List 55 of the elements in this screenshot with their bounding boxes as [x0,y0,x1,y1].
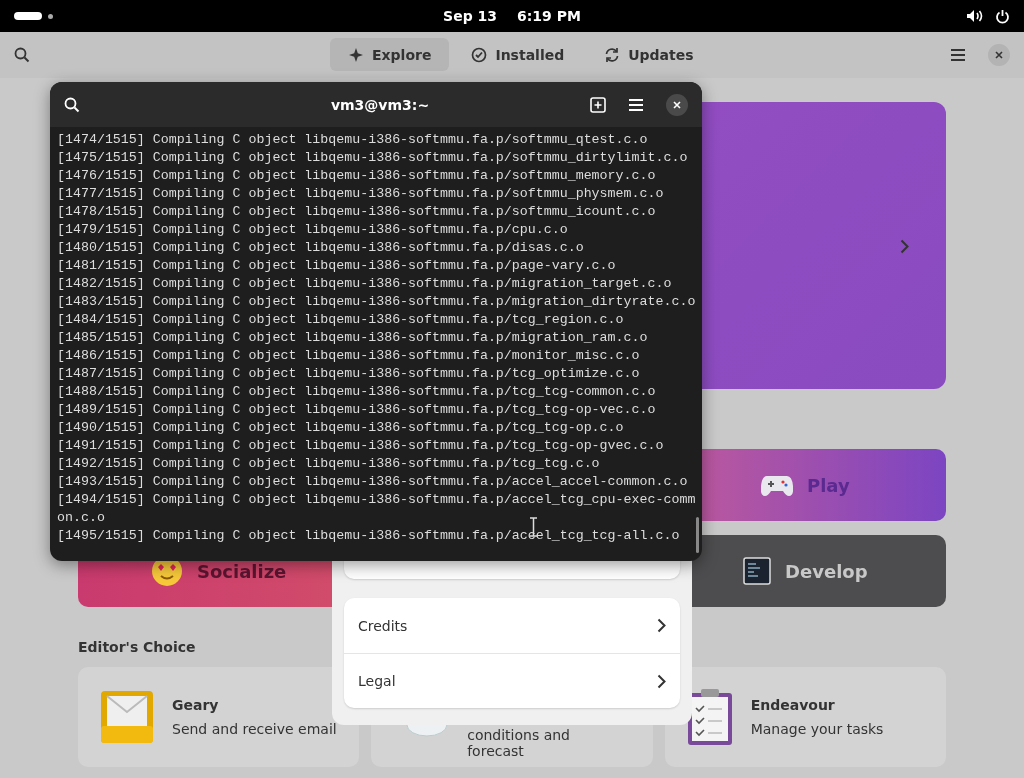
scrollbar[interactable] [696,517,699,553]
view-tab[interactable]: Updates [586,38,712,71]
close-icon [673,100,681,109]
activities-indicator[interactable] [14,12,42,20]
terminal-line: [1489/1515] Compiling C object libqemu-i386-softmmu.fa.p/tcg_tcg-op-vec.c.o [57,401,657,419]
chevron-right-icon [657,618,666,633]
close-icon [995,51,1003,59]
terminal-icon [743,557,772,585]
app-name: Endeavour [750,697,836,713]
terminal-line: [1475/1515] Compiling C object libqemu-i386-softmmu.fa.p/softmmu_dirtylimit.c.o [57,149,689,167]
power-icon[interactable] [995,8,1010,24]
app-description: Send and receive email [172,721,337,737]
terminal-line: [1485/1515] Compiling C object libqemu-i386-softmmu.fa.p/migration_ram.c.o [57,329,649,347]
section-heading: Editor's Choice [78,639,197,655]
app-description: conditions and forecast [467,727,571,759]
terminal-line: [1477/1515] Compiling C object libqemu-i386-softmmu.fa.p/softmmu_physmem.c.o [57,185,665,203]
workspace-dot[interactable] [48,13,53,19]
terminal-line: [1491/1515] Compiling C object libqemu-i386-softmmu.fa.p/tcg_tcg-op-gvec.c.o [57,437,665,455]
clock-date[interactable]: Sep 13 [443,8,498,24]
volume-icon[interactable] [966,8,983,23]
terminal-line: [1486/1515] Compiling C object libqemu-i386-softmmu.fa.p/monitor_misc.c.o [57,347,641,365]
search-icon[interactable] [14,47,30,63]
terminal-line: [1492/1515] Compiling C object libqemu-i386-softmmu.fa.p/tcg_tcg.c.o [57,455,601,473]
refresh-icon [604,46,621,63]
terminal-line: [1487/1515] Compiling C object libqemu-i386-softmmu.fa.p/tcg_optimize.c.o [57,365,641,383]
terminal-line: [1479/1515] Compiling C object libqemu-i386-softmmu.fa.p/cpu.c.o [57,221,569,239]
terminal-line: [1482/1515] Compiling C object libqemu-i386-softmmu.fa.p/migration_target.c.o [57,275,673,293]
view-tab[interactable]: Installed [453,38,583,71]
terminal-line: [1474/1515] Compiling C object libqemu-i386-softmmu.fa.p/softmmu_qtest.c.o [57,131,649,149]
terminal-line: [1484/1515] Compiling C object libqemu-i386-softmmu.fa.p/tcg_region.c.o [57,311,625,329]
chevron-right-icon [657,673,666,689]
window-title: vm3@vm3:~ [329,96,431,113]
app-card[interactable]: Endeavour Manage your tasks [664,667,946,767]
list-row[interactable]: Legal [344,653,680,708]
terminal-line: [1483/1515] Compiling C object libqemu-i386-softmmu.fa.p/migration_dirtyrate.c.o [57,293,696,311]
terminal-line: [1490/1515] Compiling C object libqemu-i386-softmmu.fa.p/tcg_tcg-op.c.o [57,419,625,437]
terminal-line: [1476/1515] Compiling C object libqemu-i386-softmmu.fa.p/softmmu_memory.c.o [57,167,657,185]
mail-icon [100,690,154,744]
terminal-line: [1488/1515] Compiling C object libqemu-i386-softmmu.fa.p/tcg_tcg-common.c.o [57,383,657,401]
new-tab-icon[interactable] [590,96,606,113]
clock-time[interactable]: 6:19 PM [517,8,581,24]
terminal-line: [1478/1515] Compiling C object libqemu-i386-softmmu.fa.p/softmmu_icount.c.o [57,203,657,221]
app-name: Geary [172,697,220,713]
app-card[interactable]: Geary Send and receive email [78,667,360,767]
terminal-line: [1480/1515] Compiling C object libqemu-i386-softmmu.fa.p/disas.c.o [57,239,585,257]
menu-icon[interactable] [950,48,966,62]
gamepad-icon [760,473,793,497]
close-button[interactable] [988,44,1010,66]
app-description: Manage your tasks [750,721,884,737]
close-button[interactable] [666,93,688,116]
terminal-line: [1481/1515] Compiling C object libqemu-i386-softmmu.fa.p/page-vary.c.o [57,257,617,275]
sparkle-icon [348,46,364,63]
view-tab[interactable]: Explore [330,38,450,71]
check-circle-icon [471,46,488,63]
search-icon[interactable] [64,96,80,113]
